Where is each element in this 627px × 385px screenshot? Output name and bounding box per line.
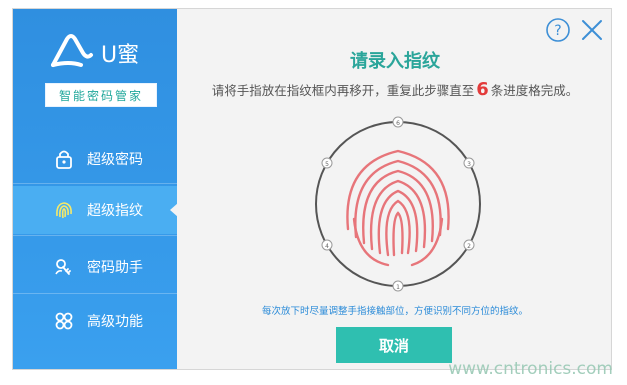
key-assistant-icon: [53, 256, 75, 278]
sidebar-item-super-fingerprint[interactable]: 超级指纹: [13, 186, 178, 234]
progress-count: 6: [476, 79, 489, 100]
sidebar-item-label: 高级功能: [87, 314, 143, 330]
divider: [13, 183, 177, 184]
marker-label: 6: [396, 120, 400, 127]
fingerprint-progress-ring: 6 1 2 3 4 5: [315, 116, 481, 292]
marker-label: 1: [396, 284, 400, 291]
sidebar-item-label: 超级指纹: [87, 203, 143, 219]
watermark: www.cntronics.com: [448, 359, 613, 379]
app-slogan: 智能密码管家: [45, 83, 157, 107]
marker-label: 5: [325, 161, 329, 168]
sidebar-item-super-password[interactable]: 超级密码: [13, 135, 177, 183]
instruction-after: 条进度格完成。: [490, 83, 579, 98]
fingerprint-icon: [346, 149, 450, 267]
help-icon[interactable]: ?: [545, 17, 571, 43]
window-controls: ?: [545, 17, 605, 43]
marker-label: 4: [325, 243, 329, 250]
marker-label: 2: [467, 243, 471, 250]
sidebar-item-advanced[interactable]: 高级功能: [13, 297, 177, 345]
hint-text: 每次放下时尽量调整手指接触部位，方便识别不同方位的指纹。: [261, 306, 528, 317]
app-window: U蜜 智能密码管家 超级密码 超级指纹 密码助手 高级功能 ? 请录入指纹 请将…: [12, 8, 612, 370]
close-icon[interactable]: [579, 17, 605, 43]
u-logo-icon: [51, 34, 93, 67]
sidebar-item-password-assistant[interactable]: 密码助手: [13, 243, 177, 291]
divider: [13, 235, 177, 236]
progress-markers: 6 1 2 3 4 5: [321, 116, 475, 292]
marker-label: 3: [467, 161, 471, 168]
fingerprint-icon: [53, 199, 75, 221]
active-pointer: [170, 203, 178, 217]
divider: [13, 293, 177, 294]
sidebar-item-label: 密码助手: [87, 260, 143, 276]
brand: U蜜: [49, 31, 159, 71]
page-title: 请录入指纹: [350, 51, 440, 72]
lock-icon: [53, 148, 75, 170]
clover-icon: [53, 310, 75, 332]
cancel-button[interactable]: 取消: [336, 327, 452, 363]
sidebar: U蜜 智能密码管家 超级密码 超级指纹 密码助手 高级功能: [13, 9, 178, 369]
sidebar-item-label: 超级密码: [87, 152, 143, 168]
instruction-before: 请将手指放在指纹框内再移开，重复此步骤直至: [211, 83, 475, 98]
svg-text:?: ?: [554, 23, 561, 39]
app-name: U蜜: [101, 43, 140, 68]
instruction-text: 请将手指放在指纹框内再移开，重复此步骤直至 6 条进度格完成。: [177, 79, 613, 100]
